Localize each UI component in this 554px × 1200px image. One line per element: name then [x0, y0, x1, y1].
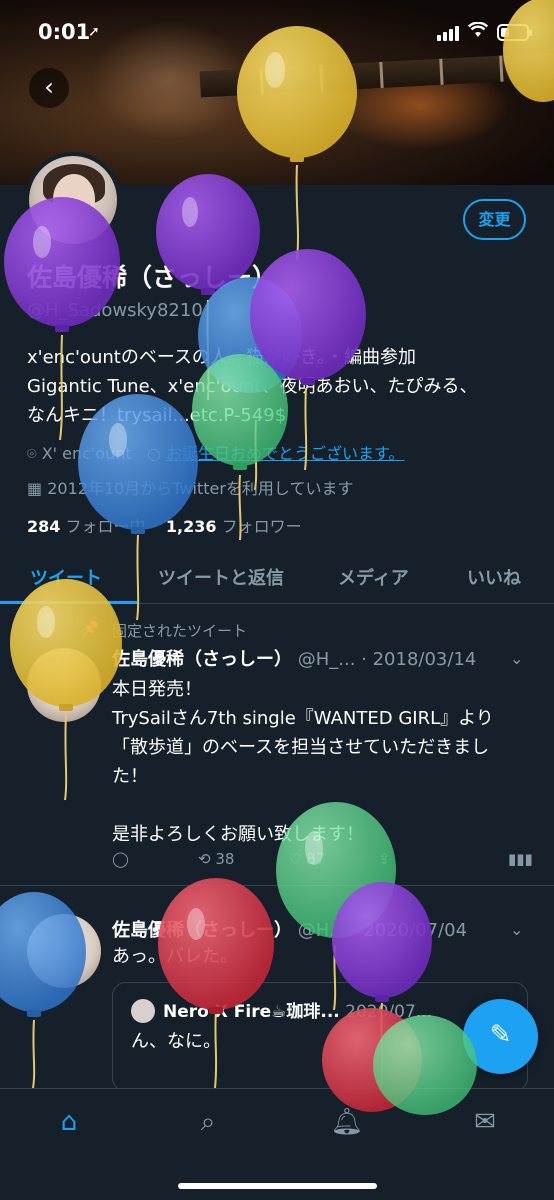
share-icon[interactable]: ⇪ [378, 850, 391, 868]
notifications-icon[interactable]: 🔔︎ [327, 1107, 367, 1147]
profile-bio: x'enc'ountのベースの人。猫が好き。・編曲参加 Gigantic Tun… [27, 343, 527, 430]
profile-tabs: ツイート ツイートと返信 メディア いいね [0, 552, 554, 604]
tweet-text: あっ。バレた。 [112, 946, 238, 967]
followers-link[interactable]: 1,236 フォロワー [166, 517, 302, 536]
chevron-down-icon[interactable]: ⌄ [510, 920, 523, 939]
quoted-date: 2020/07... [345, 1002, 432, 1022]
like-icon: ♡ [288, 850, 302, 868]
profile-name: 佐島優稀（さっしー） [27, 263, 278, 292]
wifi-icon [467, 21, 489, 43]
following-count: 284 [27, 517, 61, 536]
tweet-author[interactable]: 佐島優稀（さっしー） [112, 920, 292, 941]
tweet-handle-date: @H... · 2020/07/04 [297, 920, 468, 941]
tweet-avatar[interactable] [27, 914, 101, 988]
balloon-icon: ○ [146, 444, 161, 463]
following-label: フォロー中 [65, 517, 146, 536]
followers-count: 1,236 [165, 517, 217, 536]
profile-joined-row: ▦ 2012年10月からTwitterを利用しています [27, 475, 353, 499]
back-arrow-icon: ‹ [44, 73, 54, 101]
profile-joined: 2012年10月からTwitterを利用しています [47, 479, 354, 498]
location-services-icon: ➚ [88, 24, 100, 40]
messages-icon[interactable]: ✉ [465, 1107, 505, 1147]
tab-likes[interactable]: いいね [467, 564, 521, 590]
following-link[interactable]: 284 フォロー中 [27, 517, 146, 536]
profile-meta-row: ⌾ X' enc'ount ○ お誕生日おめでとうございます。 [27, 440, 404, 464]
compose-icon: ✎ [489, 1020, 512, 1050]
tweet[interactable]: 📌 固定されたツイート 佐島優稀（さっしー） @H_... · 2018/03/… [0, 605, 554, 886]
tab-tweets[interactable]: ツイート [30, 564, 102, 590]
analytics-icon[interactable]: ▮▮▮ [508, 850, 533, 868]
retweet-button[interactable]: ⟲ 38 [198, 850, 234, 868]
location-icon: ⌾ [27, 444, 37, 463]
reply-icon[interactable]: ◯ [112, 850, 129, 868]
bio-line: Gigantic Tune、x'enc'ount、夜明あおい、たぴみる、 [27, 376, 478, 397]
chevron-down-icon[interactable]: ⌄ [510, 649, 523, 668]
tab-media[interactable]: メディア [338, 564, 409, 590]
followers-label: フォロワー [221, 517, 302, 536]
edit-profile-button[interactable]: 変更 [463, 199, 526, 240]
tweet-header: 佐島優稀（さっしー） @H_... · 2018/03/14 [112, 645, 476, 671]
cellular-signal-icon [437, 26, 461, 45]
tab-tweets-replies[interactable]: ツイートと返信 [158, 564, 284, 590]
tweet-text: 本日発売！ TrySailさん7th single『WANTED GIRL』より… [112, 679, 494, 845]
search-icon[interactable]: ⌕ [188, 1107, 228, 1147]
quoted-author: Nero X Fire☕珈琲... [163, 1002, 340, 1022]
clock: 0:01 [38, 20, 91, 44]
profile-location: X' enc'ount [41, 444, 132, 463]
retweet-count: 38 [215, 850, 235, 868]
back-button[interactable]: ‹ [29, 68, 69, 108]
tweet-handle-date: @H_... · 2018/03/14 [297, 649, 477, 670]
tweet-avatar[interactable] [27, 648, 101, 722]
pinned-label: 固定されたツイート [112, 622, 248, 640]
calendar-icon: ▦ [27, 479, 43, 498]
profile-handle: @H_Sadowsky8210 [27, 300, 203, 321]
follow-stats: 284 フォロー中 1,236 フォロワー [27, 513, 302, 537]
quoted-text: ん、なに。 [131, 1031, 221, 1052]
tweet-header: 佐島優稀（さっしー） @H... · 2020/07/04 [112, 916, 467, 942]
tweet-author[interactable]: 佐島優稀（さっしー） [112, 649, 292, 670]
compose-tweet-button[interactable]: ✎ [463, 999, 538, 1074]
active-tab-indicator [0, 601, 137, 604]
quoted-header: Nero X Fire☕珈琲... 2020/07... [163, 997, 432, 1022]
tweet-actions: ◯ ⟲ 38 ♡ 87 ⇪ ▮▮▮ [112, 850, 533, 874]
battery-icon [497, 24, 532, 41]
quoted-avatar [131, 999, 155, 1023]
home-indicator [178, 1183, 377, 1189]
like-button[interactable]: ♡ 87 [288, 850, 325, 868]
retweet-icon: ⟲ [198, 850, 211, 868]
bio-line: x'enc'ountのベースの人。猫が好き。・編曲参加 [27, 347, 417, 368]
bio-line: なんキニ！trysail...etc.P-549$ [27, 405, 287, 426]
birthday-link[interactable]: お誕生日おめでとうございます。 [166, 444, 404, 463]
home-icon[interactable]: ⌂ [49, 1107, 89, 1147]
status-bar: 0:01 ➚ [0, 0, 554, 62]
like-count: 87 [306, 850, 326, 868]
profile-avatar[interactable] [25, 152, 121, 248]
pin-icon: 📌 [82, 621, 100, 637]
